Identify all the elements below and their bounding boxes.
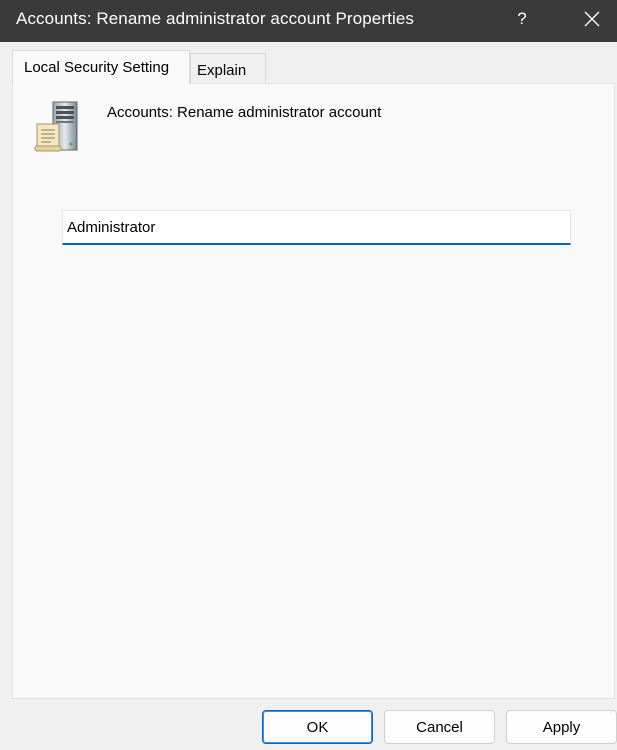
ok-button[interactable]: OK (262, 710, 373, 744)
close-icon (584, 11, 600, 27)
tab-explain[interactable]: Explain (190, 53, 266, 85)
properties-dialog: Accounts: Rename administrator account P… (0, 0, 617, 750)
title-bar[interactable]: Accounts: Rename administrator account P… (0, 0, 617, 42)
help-button[interactable]: ? (500, 0, 544, 38)
tab-panel: Accounts: Rename administrator account (12, 83, 615, 699)
server-document-icon (34, 101, 78, 152)
window-title: Accounts: Rename administrator account P… (16, 9, 414, 28)
close-button[interactable] (567, 0, 617, 38)
apply-button[interactable]: Apply (506, 710, 617, 744)
tab-local-security-setting[interactable]: Local Security Setting (12, 50, 190, 84)
policy-name: Accounts: Rename administrator account (107, 104, 382, 121)
cancel-button[interactable]: Cancel (384, 710, 495, 744)
account-name-input[interactable] (62, 210, 571, 245)
dialog-footer: OK Cancel Apply (0, 699, 617, 750)
